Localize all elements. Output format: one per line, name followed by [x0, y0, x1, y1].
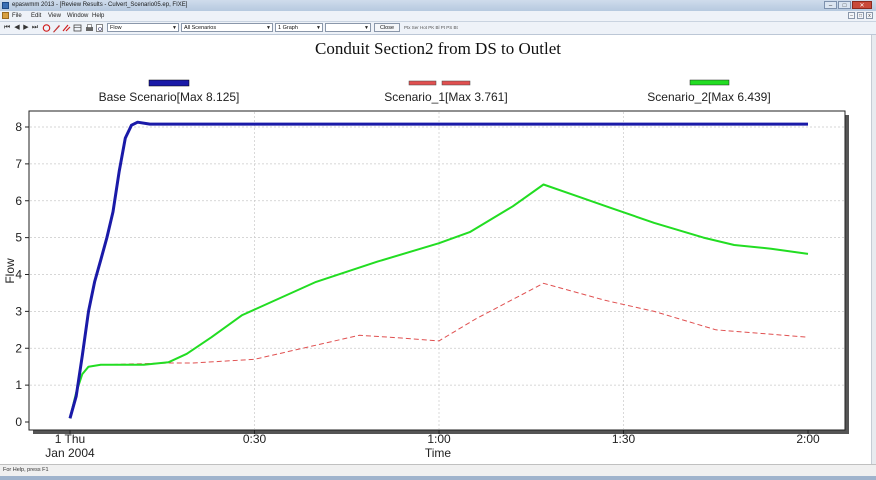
y-axis-label: Flow: [3, 258, 17, 284]
y-tick-label: 5: [15, 231, 22, 245]
print-preview-icon[interactable]: [95, 23, 104, 33]
x-tick-sublabel: Jan 2004: [45, 446, 95, 460]
legend-swatch-scenario1-b: [441, 80, 471, 86]
variable-select[interactable]: Flow ▼: [107, 23, 179, 32]
chevron-down-icon: ▼: [172, 25, 177, 31]
y-tick-label: 2: [15, 341, 22, 355]
close-window-button[interactable]: ✕: [852, 1, 872, 9]
doc-restore-button[interactable]: □: [857, 12, 864, 19]
x-tick-label: 1 Thu: [55, 432, 85, 446]
legend-swatch-scenario2: [689, 79, 730, 86]
document-icon: [2, 12, 9, 19]
legend-label-scenario2: Scenario_2[Max 6.439]: [647, 90, 770, 104]
flow-chart: Conduit Section2 from DS to Outlet Base …: [3, 39, 849, 460]
graph-count-select[interactable]: 1 Graph ▼: [275, 23, 323, 32]
menu-window[interactable]: Window: [67, 11, 88, 21]
table-icon[interactable]: [73, 23, 82, 33]
status-bar: For Help, press F1: [0, 464, 876, 480]
legend: Base Scenario[Max 8.125] Scenario_1[Max …: [99, 79, 771, 104]
doc-minimize-button[interactable]: –: [848, 12, 855, 19]
window-title: epaswmm 2013 - [Review Results - Culvert…: [12, 2, 188, 8]
marker-icon[interactable]: [62, 23, 71, 33]
scenario-select[interactable]: All Scenarios ▼: [181, 23, 273, 32]
previous-step-icon[interactable]: ◀: [13, 23, 21, 33]
extra-tools[interactable]: Ptx Ser Hot PK Bl Pt PS Bt: [404, 22, 458, 34]
y-tick-label: 7: [15, 157, 22, 171]
graph-count-value: 1 Graph: [278, 25, 298, 31]
plot-area: [28, 110, 846, 431]
chevron-down-icon: ▼: [316, 25, 321, 31]
status-text: For Help, press F1: [3, 467, 49, 473]
menu-view[interactable]: View: [48, 11, 61, 21]
y-tick-label: 0: [15, 415, 22, 429]
taskbar-strip: [0, 476, 876, 480]
x-axis-label: Time: [425, 446, 452, 460]
x-tick-label: 1:00: [427, 432, 451, 446]
menu-bar: File Edit View Window Help – □ x: [0, 11, 876, 22]
menu-file[interactable]: File: [12, 11, 22, 21]
blank-select[interactable]: ▼: [325, 23, 371, 32]
chevron-down-icon: ▼: [364, 25, 369, 31]
first-step-icon[interactable]: ⏮: [3, 23, 11, 33]
variable-select-value: Flow: [110, 25, 122, 31]
chevron-down-icon: ▼: [266, 25, 271, 31]
x-tick-label: 1:30: [612, 432, 636, 446]
print-icon[interactable]: [85, 23, 94, 33]
pen-icon[interactable]: [52, 23, 61, 33]
y-tick-label: 1: [15, 378, 22, 392]
record-icon[interactable]: [42, 23, 51, 33]
last-step-icon[interactable]: ⏭: [31, 23, 39, 33]
close-graph-button[interactable]: Close: [374, 23, 400, 32]
scenario-select-value: All Scenarios: [184, 25, 217, 31]
document-window-controls: – □ x: [848, 12, 873, 19]
window-controls: – □ ✕: [824, 1, 872, 9]
y-tick-label: 6: [15, 194, 22, 208]
y-axis-ticks: 012345678: [15, 120, 29, 429]
legend-swatch-scenario1-a: [408, 80, 437, 86]
x-tick-label: 0:30: [243, 432, 267, 446]
menu-help[interactable]: Help: [92, 11, 104, 21]
graph-window: Conduit Section2 from DS to Outlet Base …: [0, 35, 871, 464]
next-step-icon[interactable]: ▶: [22, 23, 30, 33]
legend-swatch-base: [148, 79, 190, 87]
toolbar: ⏮ ◀ ▶ ⏭ Flow ▼ All Scenarios ▼ 1 Graph ▼…: [0, 22, 876, 35]
legend-label-scenario1: Scenario_1[Max 3.761]: [384, 90, 507, 104]
app-icon: [2, 2, 9, 9]
y-tick-label: 3: [15, 304, 22, 318]
menu-edit[interactable]: Edit: [31, 11, 41, 21]
x-tick-label: 2:00: [796, 432, 820, 446]
y-tick-label: 8: [15, 120, 22, 134]
doc-close-button[interactable]: x: [866, 12, 873, 19]
chart-title: Conduit Section2 from DS to Outlet: [315, 39, 561, 58]
vertical-scrollbar[interactable]: [871, 35, 876, 464]
maximize-button[interactable]: □: [838, 1, 851, 9]
legend-label-base: Base Scenario[Max 8.125]: [99, 90, 240, 104]
minimize-button[interactable]: –: [824, 1, 837, 9]
